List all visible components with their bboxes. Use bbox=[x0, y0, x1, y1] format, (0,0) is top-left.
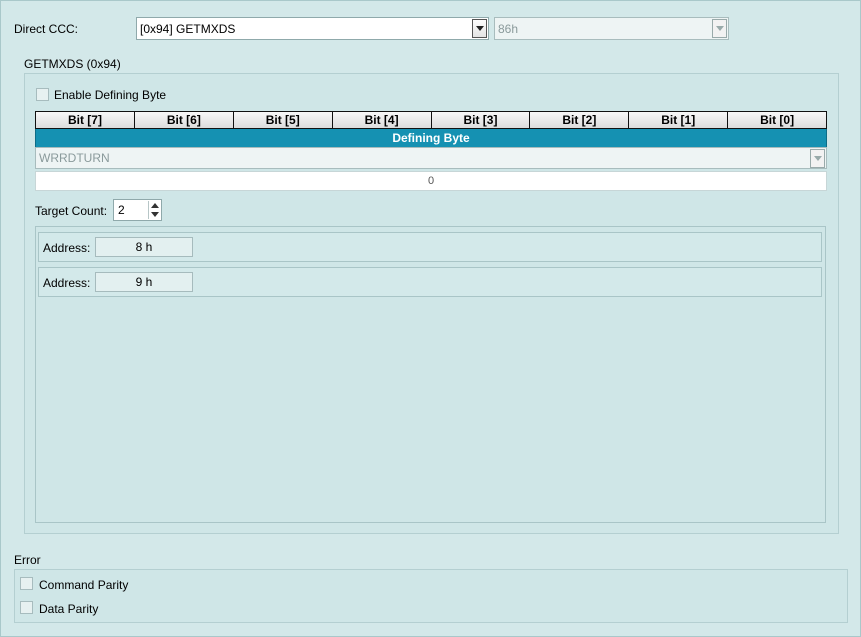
data-parity-label: Data Parity bbox=[39, 602, 99, 616]
ccc-code-select: 86h bbox=[494, 17, 729, 40]
bit-1-header: Bit [1] bbox=[629, 112, 729, 128]
defining-byte-select: WRRDTURN bbox=[35, 147, 827, 169]
error-group-title: Error bbox=[14, 553, 41, 567]
defining-byte-select-value: WRRDTURN bbox=[39, 151, 110, 165]
ccc-panel: Direct CCC: [0x94] GETMXDS 86h GETMXDS (… bbox=[0, 0, 861, 637]
ccc-code-value: 86h bbox=[498, 21, 519, 36]
target-count-stepper[interactable]: 2 bbox=[113, 199, 162, 221]
target-row: Address: 8 h bbox=[38, 232, 822, 262]
address-label: Address: bbox=[43, 276, 91, 290]
bit-7-header: Bit [7] bbox=[36, 112, 135, 128]
command-parity-checkbox[interactable] bbox=[20, 577, 33, 590]
direct-ccc-value: [0x94] GETMXDS bbox=[140, 21, 236, 36]
direct-ccc-label: Direct CCC: bbox=[14, 22, 79, 36]
bit-6-header: Bit [6] bbox=[134, 112, 234, 128]
bit-header-row: Bit [7] Bit [6] Bit [5] Bit [4] Bit [3] … bbox=[35, 111, 827, 129]
target-row: Address: 9 h bbox=[38, 267, 822, 297]
bit-2-header: Bit [2] bbox=[530, 112, 630, 128]
data-parity-checkbox[interactable] bbox=[20, 601, 33, 614]
address-field[interactable]: 9 h bbox=[95, 272, 193, 292]
chevron-down-icon bbox=[810, 148, 825, 168]
chevron-down-icon bbox=[712, 19, 727, 38]
target-count-value[interactable]: 2 bbox=[118, 203, 125, 217]
command-parity-label: Command Parity bbox=[39, 578, 129, 592]
target-count-label: Target Count: bbox=[35, 204, 108, 218]
address-field[interactable]: 8 h bbox=[95, 237, 193, 257]
defining-byte-bar: Defining Byte bbox=[35, 129, 827, 147]
address-label: Address: bbox=[43, 241, 91, 255]
decrement-icon[interactable] bbox=[151, 212, 159, 217]
chevron-down-icon[interactable] bbox=[472, 19, 487, 38]
increment-icon[interactable] bbox=[151, 203, 159, 208]
enable-defining-byte-label: Enable Defining Byte bbox=[54, 88, 167, 102]
bit-4-header: Bit [4] bbox=[332, 112, 432, 128]
error-group bbox=[14, 569, 848, 623]
bit-5-header: Bit [5] bbox=[233, 112, 333, 128]
bit-3-header: Bit [3] bbox=[431, 112, 531, 128]
defining-byte-value: 0 bbox=[35, 171, 827, 191]
bit-0-header: Bit [0] bbox=[728, 112, 826, 128]
direct-ccc-select[interactable]: [0x94] GETMXDS bbox=[136, 17, 489, 40]
enable-defining-byte-checkbox[interactable] bbox=[36, 88, 49, 101]
getmxds-group-title: GETMXDS (0x94) bbox=[24, 57, 121, 71]
